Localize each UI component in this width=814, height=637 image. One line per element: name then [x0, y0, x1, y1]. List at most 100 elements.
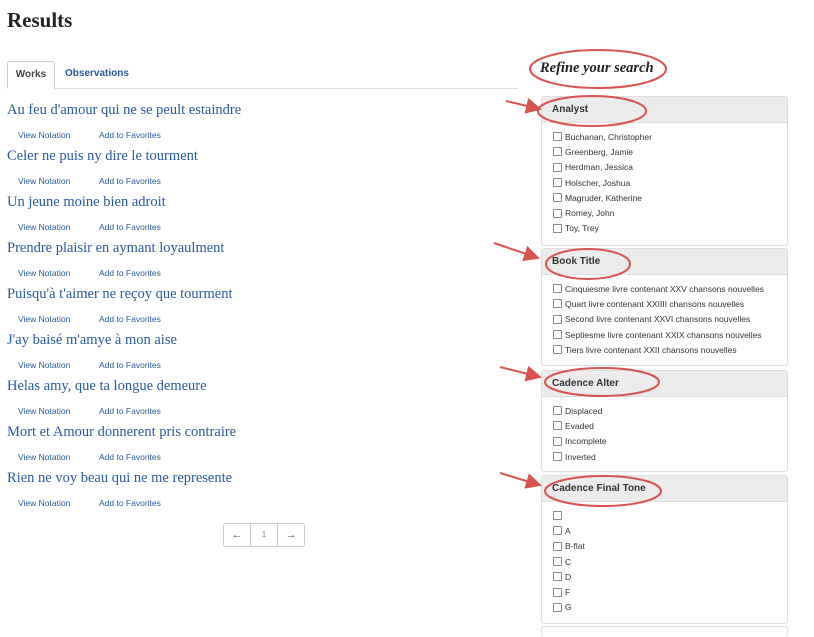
add-to-favorites-link[interactable]: Add to Favorites [99, 176, 161, 186]
work-item: Helas amy, que ta longue demeure View No… [7, 376, 507, 422]
work-item: Prendre plaisir en aymant loyaulment Vie… [7, 238, 507, 284]
facet-option[interactable]: Holscher, Joshua [553, 175, 787, 190]
view-notation-link[interactable]: View Notation [18, 130, 70, 140]
facet-option[interactable]: Displaced [553, 403, 787, 418]
add-to-favorites-link[interactable]: Add to Favorites [99, 130, 161, 140]
view-notation-link[interactable]: View Notation [18, 314, 70, 324]
facet-option[interactable]: D [553, 569, 787, 584]
checkbox[interactable] [553, 147, 562, 157]
facet-option[interactable]: Cinquiesme livre contenant XXV chansons … [553, 281, 787, 296]
view-notation-link[interactable]: View Notation [18, 222, 70, 232]
checkbox[interactable] [553, 314, 562, 324]
work-item: Celer ne puis ny dire le tourment View N… [7, 146, 507, 192]
view-notation-link[interactable]: View Notation [18, 406, 70, 416]
checkbox[interactable] [553, 602, 562, 612]
work-title-link[interactable]: Celer ne puis ny dire le tourment [7, 146, 507, 166]
facet-option[interactable]: C [553, 554, 787, 569]
facet-option[interactable]: Quart livre contenant XXIIII chansons no… [553, 296, 787, 311]
facet-option[interactable]: Romey, John [553, 205, 787, 220]
view-notation-link[interactable]: View Notation [18, 360, 70, 370]
facet-cadence-alter: Cadence Alter Displaced Evaded Incomplet… [541, 370, 788, 472]
facet-header-book-title[interactable]: Book Title [542, 249, 787, 275]
facet-header-cadence-final-tone[interactable]: Cadence Final Tone [542, 476, 787, 502]
work-title-link[interactable]: Rien ne voy beau qui ne me represente [7, 468, 507, 488]
checkbox[interactable] [553, 162, 562, 172]
checkbox[interactable] [553, 406, 562, 416]
add-to-favorites-link[interactable]: Add to Favorites [99, 222, 161, 232]
checkbox[interactable] [553, 345, 562, 355]
work-title-link[interactable]: Mort et Amour donnerent pris contraire [7, 422, 507, 442]
add-to-favorites-link[interactable]: Add to Favorites [99, 406, 161, 416]
work-item: Mort et Amour donnerent pris contraire V… [7, 422, 507, 468]
facet-option[interactable]: Inverted [553, 449, 787, 464]
add-to-favorites-link[interactable]: Add to Favorites [99, 452, 161, 462]
checkbox[interactable] [553, 572, 562, 582]
facet-option[interactable]: Second livre contenant XXVI chansons nou… [553, 312, 787, 327]
facet-option[interactable]: Tiers livre contenant XXII chansons nouv… [553, 342, 787, 357]
results-tabs: Works Observations [7, 61, 518, 89]
work-item: Rien ne voy beau qui ne me represente Vi… [7, 468, 507, 514]
work-title-link[interactable]: Puisqu'à t'aimer ne reçoy que tourment [7, 284, 507, 304]
work-item: Au feu d'amour qui ne se peult estaindre… [7, 100, 507, 146]
checkbox[interactable] [553, 436, 562, 446]
facet-cadence-final-tone: Cadence Final Tone A B-flat C D F G [541, 475, 788, 624]
view-notation-link[interactable]: View Notation [18, 268, 70, 278]
facet-header-analyst[interactable]: Analyst [542, 97, 787, 123]
facet-option[interactable]: Toy, Trey [553, 221, 787, 236]
current-page[interactable]: 1 [251, 524, 278, 546]
checkbox[interactable] [553, 511, 562, 521]
checkbox[interactable] [553, 284, 562, 294]
facet-option[interactable]: Septiesme livre contenant XXIX chansons … [553, 327, 787, 342]
checkbox[interactable] [553, 452, 562, 462]
work-title-link[interactable]: Prendre plaisir en aymant loyaulment [7, 238, 507, 258]
annotation-arrow [505, 98, 542, 114]
work-title-link[interactable]: J'ay baisé m'amye à mon aise [7, 330, 507, 350]
pagination: ← 1 → [223, 523, 305, 547]
checkbox[interactable] [553, 132, 562, 142]
view-notation-link[interactable]: View Notation [18, 176, 70, 186]
checkbox[interactable] [553, 193, 562, 203]
add-to-favorites-link[interactable]: Add to Favorites [99, 314, 161, 324]
tab-works[interactable]: Works [7, 61, 55, 89]
facet-option[interactable]: Magruder, Katherine [553, 190, 787, 205]
refine-title: Refine your search [540, 60, 654, 76]
facet-option[interactable]: Greenberg, Jamie [553, 144, 787, 159]
work-item: Puisqu'à t'aimer ne reçoy que tourment V… [7, 284, 507, 330]
checkbox[interactable] [553, 526, 562, 536]
add-to-favorites-link[interactable]: Add to Favorites [99, 498, 161, 508]
facet-option[interactable]: Buchanan, Christopher [553, 129, 787, 144]
page-title: Results [7, 8, 73, 32]
work-title-link[interactable]: Au feu d'amour qui ne se peult estaindre [7, 100, 507, 120]
view-notation-link[interactable]: View Notation [18, 498, 70, 508]
work-title-link[interactable]: Un jeune moine bien adroit [7, 192, 507, 212]
facet-analyst: Analyst Buchanan, Christopher Greenberg,… [541, 96, 788, 246]
facet-option[interactable]: G [553, 600, 787, 615]
facet-option[interactable]: Herdman, Jessica [553, 160, 787, 175]
facet-option[interactable]: F [553, 584, 787, 599]
checkbox[interactable] [553, 299, 562, 309]
work-item: Un jeune moine bien adroit View Notation… [7, 192, 507, 238]
facet-next-partial [541, 626, 788, 637]
checkbox[interactable] [553, 223, 562, 233]
work-title-link[interactable]: Helas amy, que ta longue demeure [7, 376, 507, 396]
facet-option[interactable]: A [553, 523, 787, 538]
facet-option[interactable] [553, 508, 787, 523]
checkbox[interactable] [553, 421, 562, 431]
view-notation-link[interactable]: View Notation [18, 452, 70, 462]
next-page-button[interactable]: → [278, 524, 304, 546]
add-to-favorites-link[interactable]: Add to Favorites [99, 268, 161, 278]
checkbox[interactable] [553, 557, 562, 567]
prev-page-button[interactable]: ← [224, 524, 251, 546]
checkbox[interactable] [553, 208, 562, 218]
tab-observations[interactable]: Observations [65, 61, 129, 87]
facet-header-cadence-alter[interactable]: Cadence Alter [542, 371, 787, 397]
facet-option[interactable]: Evaded [553, 418, 787, 433]
checkbox[interactable] [553, 541, 562, 551]
add-to-favorites-link[interactable]: Add to Favorites [99, 360, 161, 370]
facet-option[interactable]: B-flat [553, 539, 787, 554]
checkbox[interactable] [553, 330, 562, 340]
facet-option[interactable]: Incomplete [553, 434, 787, 449]
checkbox[interactable] [553, 178, 562, 188]
checkbox[interactable] [553, 587, 562, 597]
facet-book-title: Book Title Cinquiesme livre contenant XX… [541, 248, 788, 366]
